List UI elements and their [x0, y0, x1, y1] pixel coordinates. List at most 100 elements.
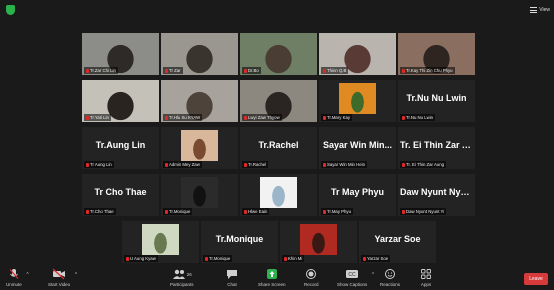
participant-tile[interactable]: Admin Mey Zaw: [161, 127, 238, 169]
leave-button[interactable]: Leave: [524, 273, 548, 285]
participant-tile[interactable]: Tr.Mary Kay: [319, 80, 396, 122]
microphone-muted-icon: [244, 68, 247, 73]
chat-label: Chat: [227, 282, 237, 287]
participant-display-name: Daw Nyunt Nyu...: [400, 187, 473, 197]
participant-tile[interactable]: Yarzar Soe Yarzar Soe: [359, 221, 436, 263]
apps-button[interactable]: Apps: [420, 267, 432, 287]
participant-tile[interactable]: Tr. Ei Thin Zar A... Tr. Ei Thin Zar Aung: [398, 127, 475, 169]
share-screen-button[interactable]: Share Screen: [258, 267, 286, 287]
microphone-muted-icon: [165, 162, 168, 167]
participants-button[interactable]: 26 Participants: [170, 267, 194, 287]
participant-name: Lwyi Zaw Thyow: [248, 115, 280, 120]
participant-name-label: Sayar Win Min Hein: [321, 161, 367, 168]
participant-video: [181, 177, 218, 208]
participant-name: Tr.Monique: [169, 209, 191, 214]
meeting-top-bar: View: [0, 0, 554, 18]
participant-video: [300, 224, 337, 255]
participant-name-label: Tr.Kay Thi Zin Chu Phyu: [400, 67, 455, 74]
participant-name-label: Lwyi Zaw Thyow: [242, 114, 282, 121]
participant-tile[interactable]: Thinn Q.B: [319, 33, 396, 75]
microphone-muted-icon: [323, 115, 326, 120]
participant-video: [339, 83, 376, 114]
record-button[interactable]: Record: [304, 267, 319, 287]
chevron-up-icon[interactable]: ^: [26, 272, 28, 278]
participant-name-label: Tr.Yati Lin: [84, 114, 111, 121]
microphone-muted-icon: [244, 115, 247, 120]
participant-display-name: Tr. Ei Thin Zar A...: [400, 140, 473, 150]
microphone-muted-icon: [244, 162, 247, 167]
participants-label: Participants: [170, 282, 194, 287]
participants-icon: 26: [172, 267, 192, 281]
participant-name-label: Tr Aung Lin: [84, 161, 114, 168]
participant-tile[interactable]: Tr.Monique Tr.Monique: [201, 221, 278, 263]
chat-button[interactable]: Chat: [226, 267, 238, 287]
apps-label: Apps: [420, 282, 432, 287]
participant-tile[interactable]: Sayar Win Min... Sayar Win Min Hein: [319, 127, 396, 169]
participant-display-name: Sayar Win Min...: [323, 140, 392, 150]
svg-text:CC: CC: [349, 272, 357, 278]
microphone-muted-icon: [126, 256, 129, 261]
participant-name: Tr.Monique: [209, 256, 231, 261]
microphone-muted-icon: [402, 162, 405, 167]
participant-tile[interactable]: Tr.Nu Nu Lwin Tr.Nu Nu Lwin: [398, 80, 475, 122]
participant-display-name: Tr Cho Thae: [94, 187, 147, 197]
participant-tile[interactable]: Tr.Hlu Su KYAW: [161, 80, 238, 122]
microphone-muted-icon: [165, 115, 168, 120]
chevron-up-icon[interactable]: ^: [372, 272, 374, 278]
microphone-muted-icon: [323, 209, 326, 214]
microphone-muted-icon: [284, 256, 287, 261]
participant-name: Tr.Mary Kay: [327, 115, 350, 120]
participant-name-label: Tr.Cho Thae: [84, 208, 116, 215]
video-off-icon: [52, 267, 66, 281]
show-captions-label: Show Captions: [337, 282, 368, 287]
participant-name-label: Yarzar Soe: [361, 255, 391, 262]
participant-tile[interactable]: U Aung Kyaw: [122, 221, 199, 263]
participant-tile[interactable]: Dr.Bo: [240, 33, 317, 75]
participant-name: Tr.Rachel: [248, 162, 267, 167]
participant-tile[interactable]: Tr Cho Thae Tr.Cho Thae: [82, 174, 159, 216]
participant-name-label: Dr.Bo: [242, 67, 261, 74]
participant-tile[interactable]: Lwyi Zaw Thyow: [240, 80, 317, 122]
participant-name: Tr.Kay Thi Zin Chu Phyu: [406, 68, 453, 73]
view-button[interactable]: View: [530, 5, 550, 14]
shield-icon[interactable]: [6, 5, 15, 15]
captions-icon: CC: [345, 267, 359, 281]
participant-tile[interactable]: Daw Nyunt Nyu... Daw Nyunt Nyunt Yi: [398, 174, 475, 216]
participant-tile[interactable]: Tr.Monique: [161, 174, 238, 216]
microphone-muted-icon: [86, 68, 89, 73]
participant-name-label: Tr.Rachel: [242, 161, 269, 168]
participant-tile[interactable]: Khin Mi: [280, 221, 357, 263]
gallery-view-icon: [530, 6, 538, 13]
participant-tile[interactable]: Tr.Aung Lin Tr Aung Lin: [82, 127, 159, 169]
participant-name: Tr.Cho Thae: [90, 209, 114, 214]
show-captions-button[interactable]: CC Show Captions ^: [337, 267, 374, 287]
participant-display-name: Tr.Monique: [215, 234, 264, 244]
participant-tile[interactable]: Tr.Yati Lin: [82, 80, 159, 122]
reactions-icon: [384, 267, 396, 281]
unmute-button[interactable]: Unmute ^: [6, 267, 29, 287]
participant-name-label: Tr.Monique: [163, 208, 193, 215]
participant-tile[interactable]: Tr May Phyu Tr.May Phyu: [319, 174, 396, 216]
microphone-muted-icon: [363, 256, 366, 261]
participant-name: Yarzar Soe: [367, 256, 389, 261]
participant-name-label: Thinn Q.B: [321, 67, 349, 74]
participant-name-label: Tr Zar: [163, 67, 183, 74]
participant-tile[interactable]: Hlwe Eain: [240, 174, 317, 216]
participant-name-label: Daw Nyunt Nyunt Yi: [400, 208, 447, 215]
participant-tile[interactable]: Tr.Zar Chi Lin: [82, 33, 159, 75]
microphone-muted-icon: [205, 256, 208, 261]
unmute-label: Unmute: [6, 282, 22, 287]
chevron-up-icon[interactable]: ^: [75, 272, 77, 278]
participant-video: [260, 177, 297, 208]
participant-tile[interactable]: Tr.Rachel Tr.Rachel: [240, 127, 317, 169]
reactions-button[interactable]: Reactions: [380, 267, 400, 287]
participant-display-name: Tr May Phyu: [330, 187, 384, 197]
microphone-muted-icon: [8, 267, 20, 281]
participant-tile[interactable]: Tr.Kay Thi Zin Chu Phyu: [398, 33, 475, 75]
microphone-muted-icon: [402, 115, 405, 120]
start-video-button[interactable]: Start Video ^: [48, 267, 77, 287]
participant-tile[interactable]: Tr Zar: [161, 33, 238, 75]
participant-name-label: Tr.Mary Kay: [321, 114, 352, 121]
microphone-muted-icon: [323, 162, 326, 167]
participant-name-label: U Aung Kyaw: [124, 255, 158, 262]
